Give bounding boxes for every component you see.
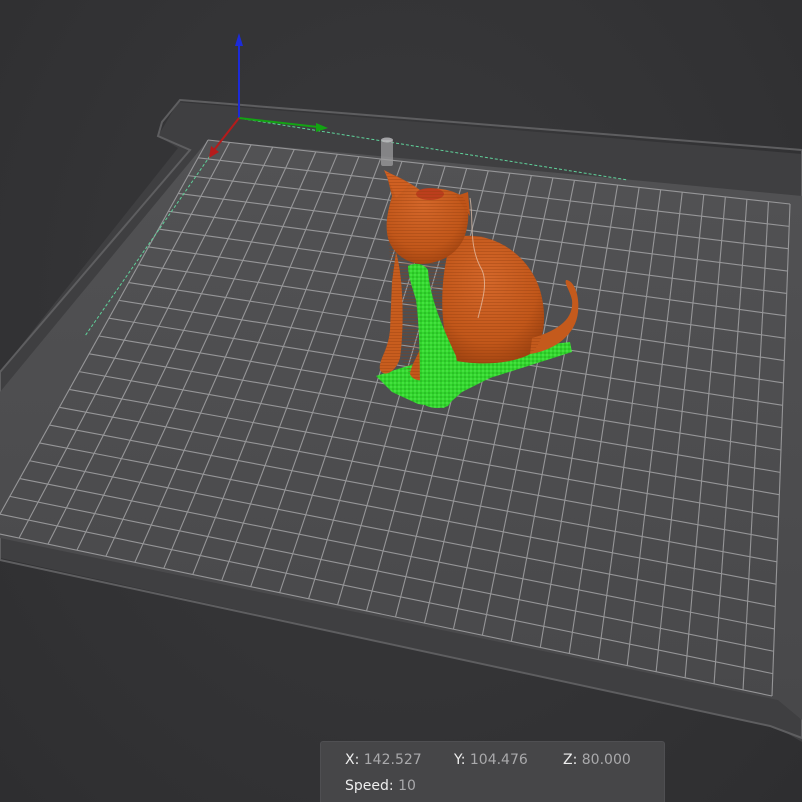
speed-label: Speed: [345,778,394,794]
z-value: 80.000 [581,752,631,768]
y-label: Y: [454,752,466,768]
speed-value: 10 [398,778,416,794]
z-label: Z: [563,752,578,768]
3d-viewport[interactable]: X: 142.527 Y: 104.476 Z: 80.000 Speed: 1… [0,0,802,802]
x-value: 142.527 [363,752,422,768]
prime-tower[interactable] [381,137,393,167]
build-plate-scene[interactable] [0,0,802,802]
speed-readout: Speed: 10 [345,778,416,794]
x-label: X: [345,752,360,768]
x-coordinate: X: 142.527 [345,752,422,768]
position-readout: X: 142.527 Y: 104.476 Z: 80.000 Speed: 1… [320,741,665,802]
y-coordinate: Y: 104.476 [454,752,528,768]
z-axis-arrow [235,33,243,46]
z-coordinate: Z: 80.000 [563,752,631,768]
y-value: 104.476 [469,752,528,768]
